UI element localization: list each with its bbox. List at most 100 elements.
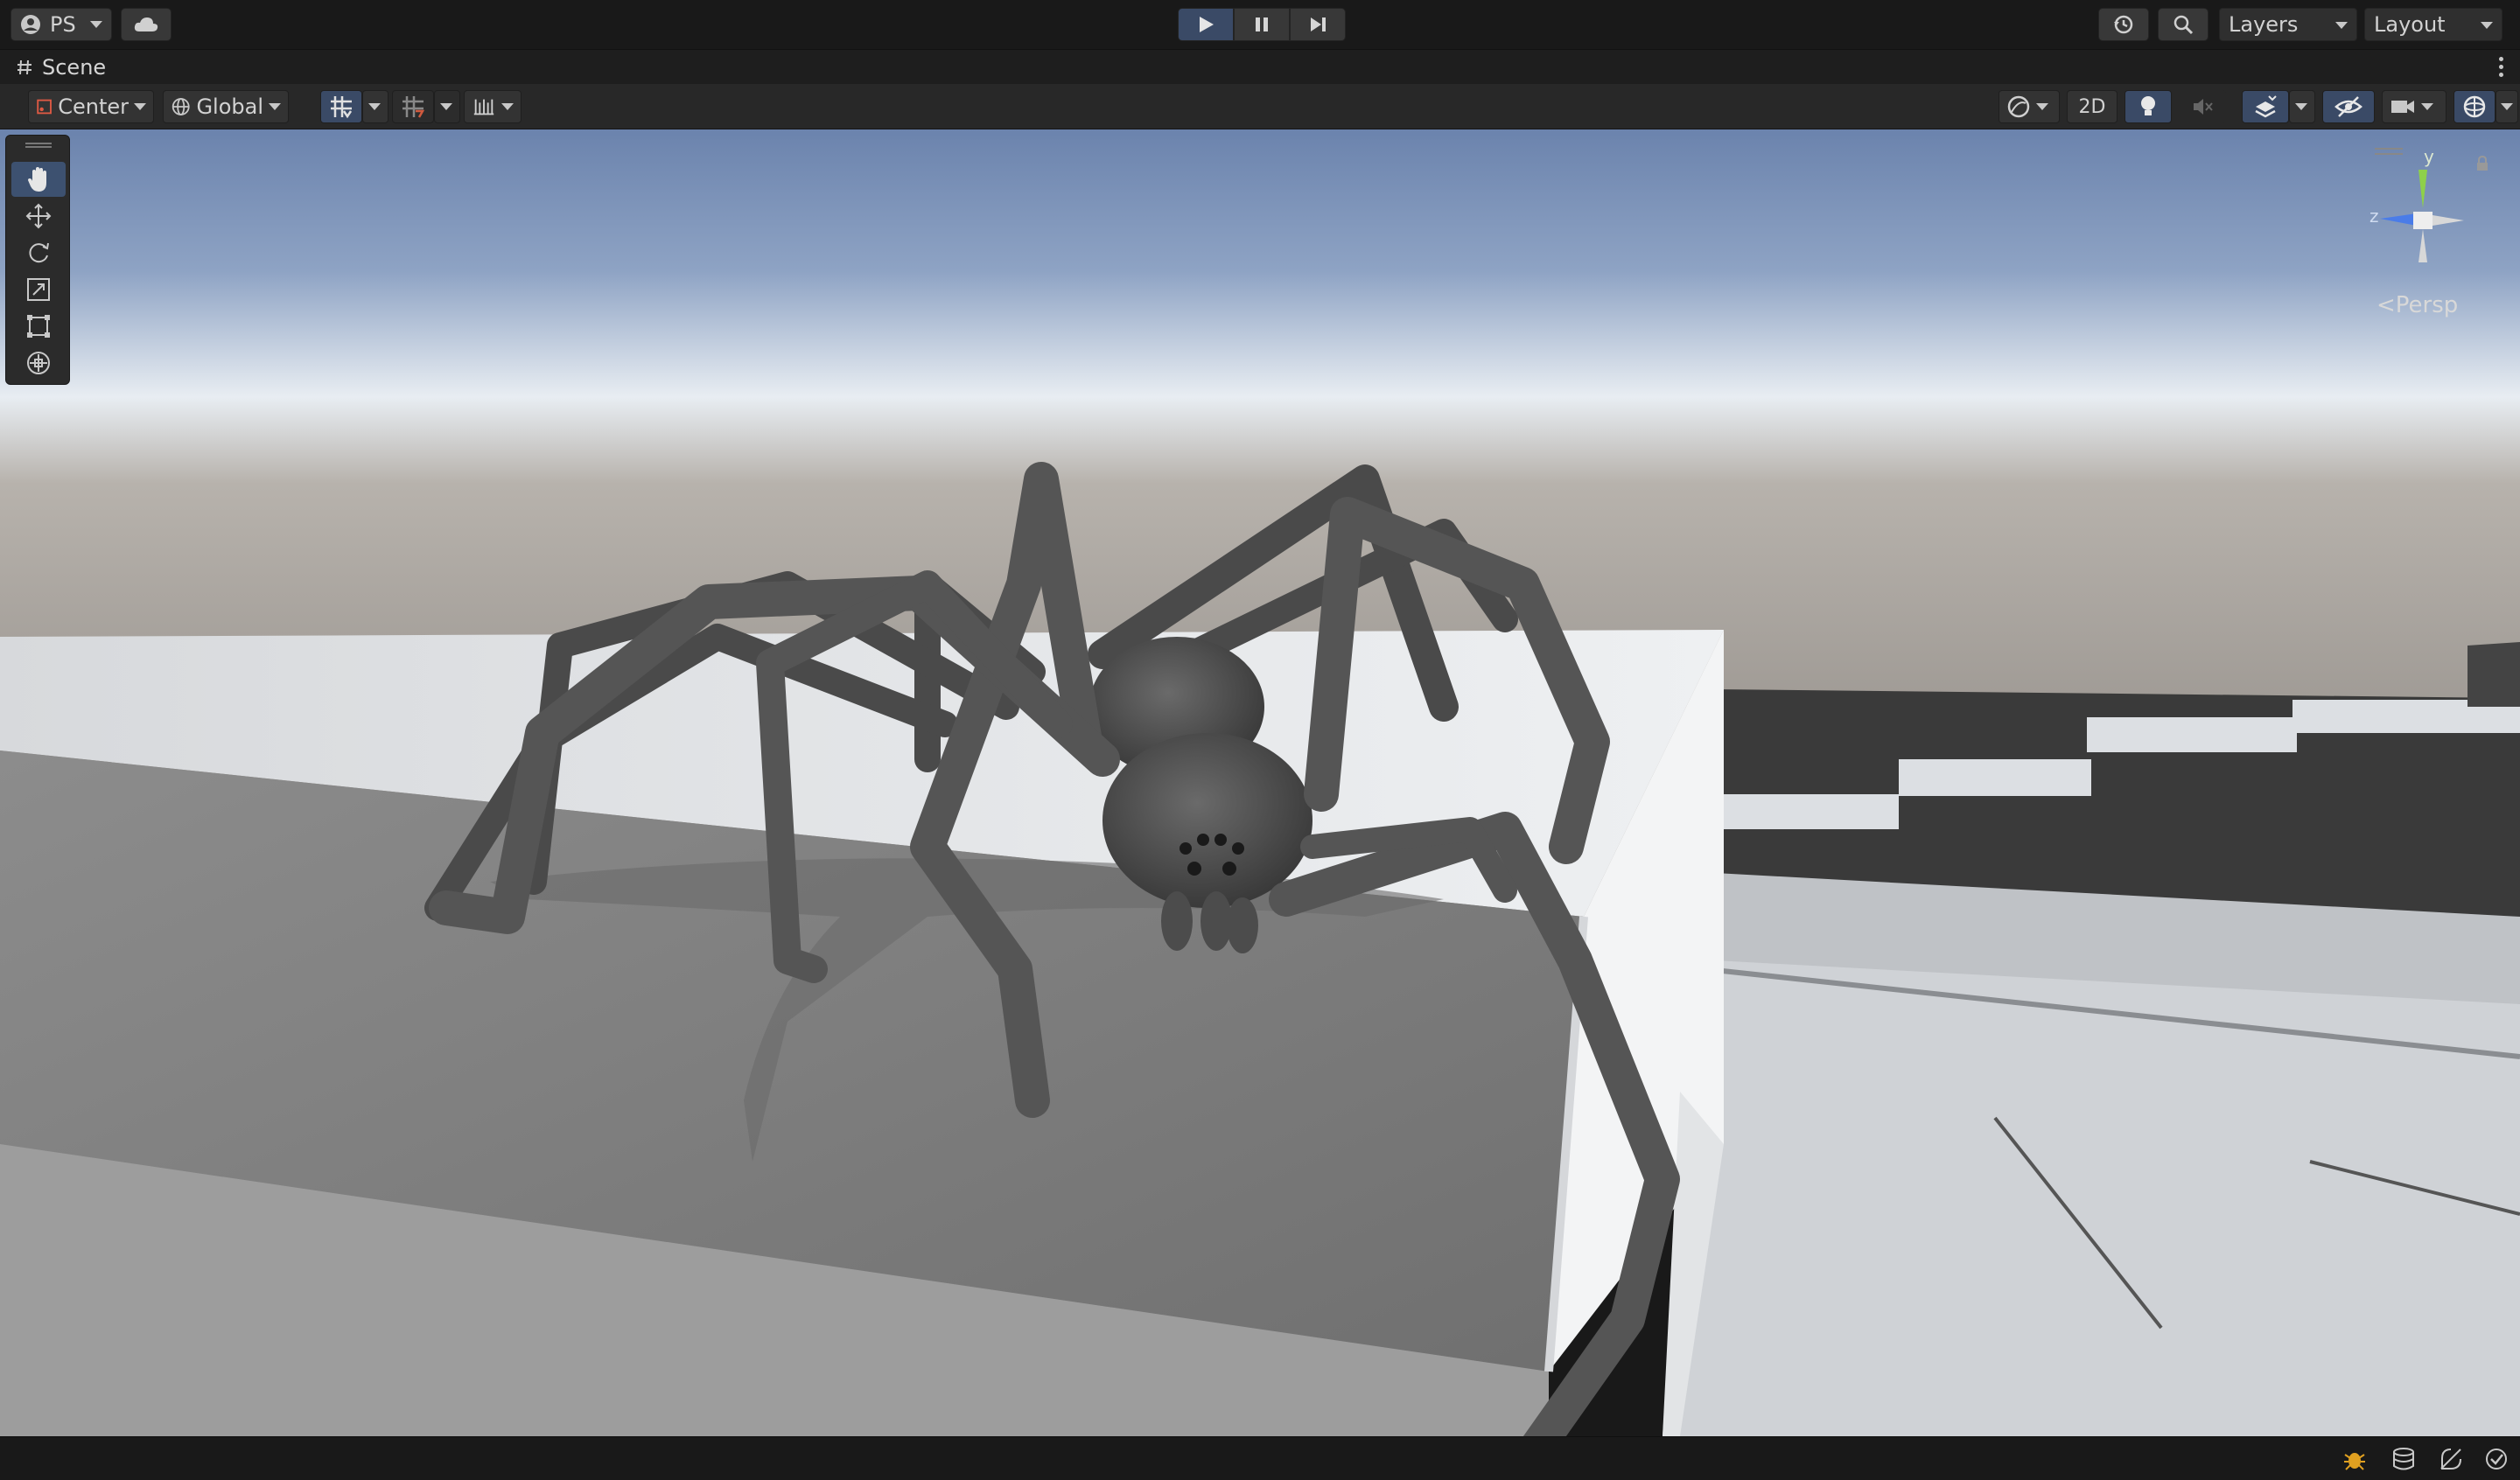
chevron-down-icon bbox=[2335, 22, 2348, 29]
step-2 bbox=[1899, 759, 2091, 796]
rotate-tool-button[interactable] bbox=[11, 235, 66, 270]
persp-chevron-icon: < bbox=[2376, 292, 2396, 318]
pivot-icon bbox=[37, 99, 52, 115]
search-icon bbox=[2174, 15, 2194, 35]
drag-handle[interactable] bbox=[25, 143, 52, 148]
chevron-down-icon bbox=[2295, 103, 2307, 110]
transform-icon bbox=[27, 352, 50, 374]
ruler-icon bbox=[473, 99, 494, 115]
hand-tool-button[interactable] bbox=[11, 162, 66, 197]
draw-mode-dropdown[interactable] bbox=[1998, 90, 2060, 123]
scale-tool-button[interactable] bbox=[11, 272, 66, 307]
gizmos-button[interactable] bbox=[2454, 90, 2496, 123]
chevron-down-icon bbox=[269, 103, 281, 110]
toggle-2d-button[interactable]: 2D bbox=[2067, 90, 2118, 123]
hash-icon bbox=[18, 59, 32, 75]
gizmo-center[interactable] bbox=[2413, 212, 2432, 229]
scale-icon bbox=[27, 278, 50, 301]
undo-history-button[interactable] bbox=[2098, 8, 2149, 41]
pause-icon bbox=[1256, 17, 1268, 31]
cloud-button[interactable] bbox=[121, 8, 172, 41]
account-dropdown[interactable]: PS bbox=[10, 8, 112, 41]
playmode-controls bbox=[1178, 8, 1346, 41]
audio-mute-icon bbox=[2194, 99, 2213, 115]
chevron-down-icon bbox=[2501, 103, 2513, 110]
account-label: PS bbox=[50, 12, 76, 37]
chevron-down-icon bbox=[2481, 22, 2493, 29]
checkmark-icon[interactable] bbox=[2483, 1446, 2510, 1472]
auto-generate-icon[interactable] bbox=[2438, 1446, 2464, 1472]
scene-effects-options[interactable] bbox=[2289, 90, 2315, 123]
grid-snapping-button[interactable] bbox=[320, 90, 362, 123]
bug-icon[interactable] bbox=[2342, 1446, 2368, 1472]
gizmo-z-label: z bbox=[2370, 206, 2379, 227]
step-3 bbox=[2087, 717, 2297, 752]
toggle-2d-label: 2D bbox=[2078, 95, 2106, 118]
layout-dropdown[interactable]: Layout bbox=[2364, 8, 2502, 41]
gizmo-z-axis[interactable] bbox=[2380, 213, 2417, 226]
move-icon bbox=[25, 203, 52, 229]
play-icon bbox=[1200, 17, 1214, 32]
ruler-button[interactable] bbox=[464, 90, 522, 123]
chevron-down-icon bbox=[368, 103, 381, 110]
gizmo-y-neg[interactable] bbox=[2418, 229, 2427, 262]
layers-label: Layers bbox=[2229, 12, 2299, 37]
camera-settings-dropdown[interactable] bbox=[2382, 90, 2446, 123]
history-icon bbox=[2114, 15, 2133, 34]
cache-icon[interactable] bbox=[2390, 1446, 2417, 1472]
projection-label: Persp bbox=[2395, 292, 2459, 318]
scene-render[interactable] bbox=[0, 129, 2520, 1436]
step-5 bbox=[2468, 642, 2520, 707]
space-label: Global bbox=[196, 94, 263, 119]
scene-tab-label: Scene bbox=[42, 55, 107, 80]
scene-tab-bar: Scene bbox=[0, 49, 2520, 84]
grid-snapping-options[interactable] bbox=[362, 90, 388, 123]
tab-scene[interactable]: Scene bbox=[16, 55, 106, 80]
chevron-down-icon bbox=[134, 103, 146, 110]
tool-palette bbox=[5, 135, 70, 385]
globe-icon bbox=[172, 98, 190, 115]
chevron-down-icon bbox=[440, 103, 452, 110]
scene-lighting-button[interactable] bbox=[2124, 90, 2172, 123]
search-button[interactable] bbox=[2158, 8, 2208, 41]
snap-increment-icon bbox=[402, 96, 425, 118]
chevron-down-icon bbox=[89, 21, 102, 28]
layers-dropdown[interactable]: Layers bbox=[2219, 8, 2357, 41]
spider-cephalothorax bbox=[1102, 733, 1312, 908]
step-button[interactable] bbox=[1290, 8, 1346, 41]
chevron-down-icon bbox=[501, 103, 514, 110]
gizmo-sphere-icon bbox=[2463, 95, 2486, 118]
more-options-icon[interactable] bbox=[2499, 57, 2504, 77]
play-button[interactable] bbox=[1178, 8, 1234, 41]
incremental-snap-button[interactable] bbox=[392, 90, 434, 123]
chevron-down-icon bbox=[2421, 103, 2433, 110]
right-floor-lit bbox=[1680, 960, 2520, 1436]
gizmo-y-label: y bbox=[2424, 146, 2434, 167]
eye-hidden-icon bbox=[2334, 96, 2362, 117]
projection-toggle[interactable]: <Persp bbox=[2376, 292, 2458, 318]
lock-icon[interactable] bbox=[2474, 156, 2490, 171]
gizmos-options[interactable] bbox=[2496, 90, 2518, 123]
step-icon bbox=[1311, 17, 1326, 31]
incremental-snap-options[interactable] bbox=[434, 90, 460, 123]
pivot-mode-label: Center bbox=[58, 94, 129, 119]
transform-tool-button[interactable] bbox=[11, 346, 66, 380]
scene-viewport[interactable]: y z <Persp bbox=[0, 129, 2520, 1436]
pause-button[interactable] bbox=[1234, 8, 1290, 41]
gizmo-y-axis[interactable] bbox=[2418, 170, 2427, 208]
rect-transform-icon bbox=[27, 315, 50, 338]
effects-layers-icon bbox=[2255, 95, 2277, 118]
scene-visibility-button[interactable] bbox=[2322, 90, 2375, 123]
move-tool-button[interactable] bbox=[11, 199, 66, 234]
space-dropdown[interactable]: Global bbox=[163, 90, 289, 123]
pivot-mode-dropdown[interactable]: Center bbox=[28, 90, 154, 123]
top-toolbar: PS Layers Layout bbox=[0, 0, 2520, 49]
scene-toolbar: Center Global 2D bbox=[0, 84, 2520, 129]
scene-effects-button[interactable] bbox=[2242, 90, 2289, 123]
scene-audio-button[interactable] bbox=[2179, 90, 2226, 123]
shading-sphere-icon bbox=[2007, 95, 2030, 118]
rotate-icon bbox=[29, 242, 49, 263]
step-1 bbox=[1724, 794, 1899, 829]
gizmo-x-neg[interactable] bbox=[2432, 215, 2464, 226]
rect-tool-button[interactable] bbox=[11, 309, 66, 344]
